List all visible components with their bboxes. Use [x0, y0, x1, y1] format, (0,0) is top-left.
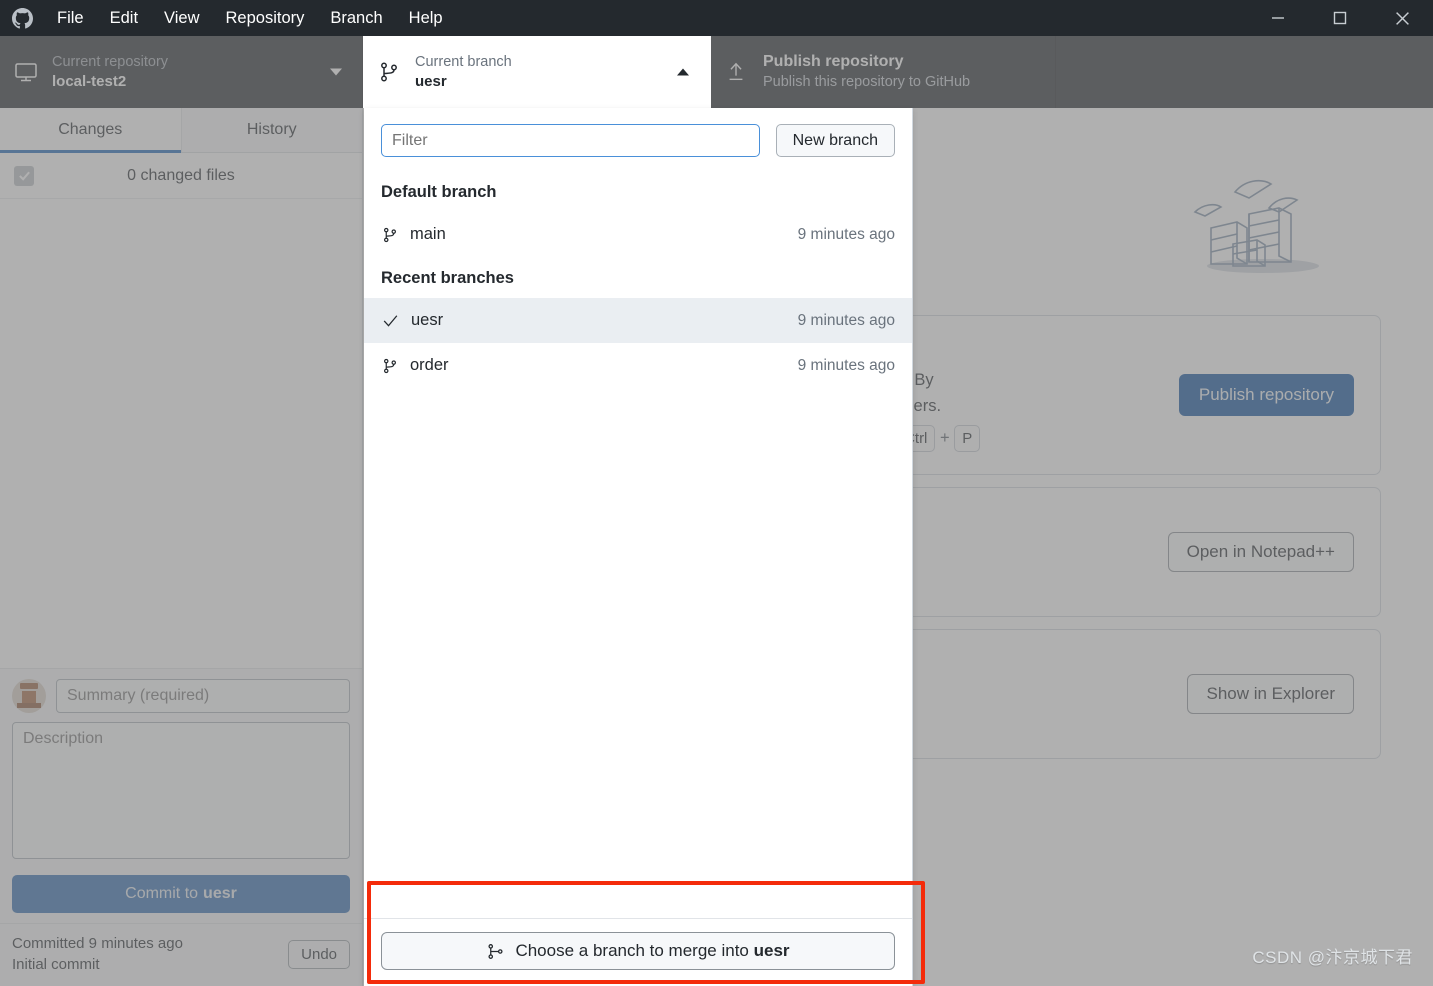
commit-summary-input[interactable] [56, 678, 350, 713]
checkmark-icon[interactable] [14, 165, 34, 186]
branch-dropdown-footer: Choose a branch to merge into uesr [364, 918, 912, 986]
branch-row-order[interactable]: order 9 minutes ago [364, 343, 912, 388]
publish-repository-toolbar-button[interactable]: Publish repository Publish this reposito… [711, 36, 1056, 108]
publish-repository-button[interactable]: Publish repository [1178, 374, 1354, 417]
watermark: CSDN @汴京城下君 [1252, 948, 1413, 967]
branch-name: order [410, 356, 449, 374]
commit-summary-row [12, 678, 350, 713]
git-merge-icon [488, 943, 503, 959]
chevron-up-icon [677, 68, 689, 76]
git-branch-icon [384, 227, 397, 242]
choose-branch-to-merge-button[interactable]: Choose a branch to merge into uesr [381, 932, 895, 970]
commit-to-branch-button[interactable]: Commit to uesr [12, 874, 350, 913]
commit-panel: Commit to uesr Committed 9 minutes ago I… [0, 667, 362, 986]
boxes-and-paper-planes-icon [1191, 154, 1331, 279]
changed-files-row: 0 changed files [0, 153, 362, 199]
window-controls [1247, 0, 1433, 36]
merge-button-prefix: Choose a branch to merge into [515, 941, 754, 960]
branch-filter-input[interactable] [381, 124, 760, 157]
left-sidebar: Changes History 0 changed files Commit t… [0, 108, 363, 986]
menu-bar[interactable]: File Edit View Repository Branch Help [44, 0, 456, 36]
branch-row-uesr[interactable]: uesr 9 minutes ago [364, 298, 912, 343]
title-bar: File Edit View Repository Branch Help [0, 0, 1433, 36]
commit-description-input[interactable] [12, 721, 350, 859]
merge-button-branch: uesr [753, 941, 790, 960]
tab-history[interactable]: History [181, 108, 362, 152]
sidebar-tabs: Changes History [0, 108, 362, 153]
user-avatar-icon [12, 678, 46, 713]
menu-item-help[interactable]: Help [396, 0, 456, 36]
last-commit-message: Initial commit [12, 956, 100, 974]
commit-button-prefix: Commit to [125, 884, 199, 902]
publish-repository-title: Publish repository [763, 53, 904, 71]
current-repository-button[interactable]: Current repository local-test2 [0, 36, 363, 108]
branch-name: main [410, 225, 446, 243]
github-mark-icon [0, 7, 44, 29]
menu-item-branch[interactable]: Branch [317, 0, 395, 36]
committed-status: Committed 9 minutes ago [12, 934, 183, 952]
tab-changes[interactable]: Changes [0, 108, 182, 153]
group-header-recent-branches: Recent branches [381, 269, 514, 287]
file-list-empty [0, 199, 362, 733]
current-repository-label: Current repository [52, 53, 169, 70]
branch-row-main[interactable]: main 9 minutes ago [364, 212, 912, 257]
checkmark-icon [383, 315, 398, 327]
github-desktop-window: File Edit View Repository Branch Help Cu… [0, 0, 1433, 986]
branch-time: 9 minutes ago [797, 225, 895, 243]
last-commit-row: Committed 9 minutes ago Initial commit U… [0, 922, 362, 986]
current-branch-label: Current branch [415, 53, 512, 70]
show-in-explorer-button[interactable]: Show in Explorer [1187, 674, 1354, 715]
current-repository-value: local-test2 [52, 72, 127, 90]
branch-dropdown-header: New branch [364, 108, 912, 171]
menu-item-repository[interactable]: Repository [213, 0, 318, 36]
git-branch-icon [377, 60, 415, 84]
current-branch-button[interactable]: Current branch uesr [363, 36, 711, 108]
changed-files-count: 0 changed files [127, 166, 235, 184]
app-toolbar: Current repository local-test2 Current b… [0, 36, 1433, 108]
upload-arrow-icon [725, 61, 763, 83]
open-in-notepadpp-button[interactable]: Open in Notepad++ [1167, 532, 1354, 573]
toolbar-filler [1056, 36, 1433, 108]
group-header-default-branch: Default branch [381, 183, 497, 201]
branch-time: 9 minutes ago [797, 311, 895, 329]
menu-item-edit[interactable]: Edit [97, 0, 151, 36]
menu-item-file[interactable]: File [44, 0, 97, 36]
repository-monitor-icon [14, 60, 52, 84]
kbd-p: P [954, 425, 981, 453]
publish-repository-subtitle: Publish this repository to GitHub [763, 73, 971, 90]
branch-dropdown-panel: New branch Default branch main 9 minutes… [364, 108, 913, 986]
maximize-icon[interactable] [1309, 0, 1371, 36]
undo-button[interactable]: Undo [288, 939, 350, 969]
current-branch-value: uesr [415, 72, 447, 90]
minimize-icon[interactable] [1247, 0, 1309, 36]
branch-list[interactable]: Default branch main 9 minutes ago Recent… [364, 171, 912, 918]
kbd-plus: + [939, 429, 950, 448]
chevron-down-icon [330, 68, 342, 76]
menu-item-view[interactable]: View [151, 0, 212, 36]
git-branch-icon [384, 358, 397, 373]
close-icon[interactable] [1371, 0, 1433, 36]
new-branch-button[interactable]: New branch [775, 124, 895, 157]
commit-button-branch: uesr [203, 884, 237, 902]
branch-name: uesr [411, 311, 444, 329]
branch-time: 9 minutes ago [797, 356, 895, 374]
